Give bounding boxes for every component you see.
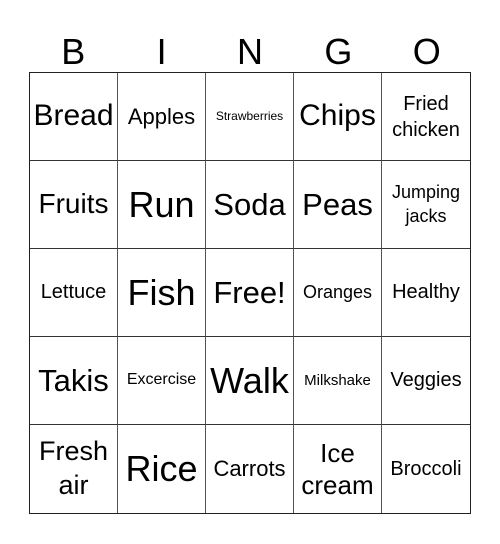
bingo-header: B I N G O: [29, 30, 471, 72]
bingo-cell[interactable]: Oranges: [294, 249, 382, 337]
header-letter-i: I: [156, 31, 167, 72]
bingo-grid: Bread Apples Strawberries Chips Fried ch…: [29, 72, 471, 514]
bingo-cell[interactable]: Jumping jacks: [382, 161, 470, 249]
bingo-cell[interactable]: Takis: [30, 337, 118, 425]
bingo-cell[interactable]: Run: [118, 161, 206, 249]
cell-text: Veggies: [390, 369, 462, 391]
cell-text: Healthy: [392, 281, 460, 303]
cell-text: Fish: [127, 271, 196, 313]
bingo-cell[interactable]: Apples: [118, 73, 206, 161]
cell-text: Excercise: [126, 371, 197, 389]
cell-text: Soda: [213, 186, 286, 222]
bingo-cell[interactable]: Fruits: [30, 161, 118, 249]
cell-text: Ice cream: [301, 437, 374, 501]
cell-text: Rice: [125, 448, 198, 490]
free-space[interactable]: Free!: [206, 249, 294, 337]
header-letter-b: B: [61, 31, 86, 72]
bingo-cell[interactable]: Fresh air: [30, 425, 118, 513]
cell-text: Peas: [302, 186, 373, 222]
cell-text: Chips: [299, 99, 376, 133]
header-letter-n: N: [236, 31, 263, 72]
cell-text: Fruits: [38, 188, 109, 220]
free-space-text: Free!: [213, 274, 286, 310]
bingo-cell[interactable]: Fried chicken: [382, 73, 470, 161]
bingo-cell[interactable]: Walk: [206, 337, 294, 425]
cell-text: Lettuce: [40, 281, 107, 303]
bingo-cell[interactable]: Lettuce: [30, 249, 118, 337]
bingo-cell[interactable]: Strawberries: [206, 73, 294, 161]
cell-text: Broccoli: [390, 457, 462, 480]
cell-text: Bread: [33, 99, 114, 133]
bingo-cell[interactable]: Rice: [118, 425, 206, 513]
cell-text: Fresh air: [38, 436, 109, 500]
bingo-cell[interactable]: Ice cream: [294, 425, 382, 513]
header-letter-o: O: [412, 31, 441, 72]
cell-text: Strawberries: [215, 108, 284, 123]
bingo-cell[interactable]: Chips: [294, 73, 382, 161]
cell-text: Oranges: [302, 282, 373, 303]
cell-text: Jumping jacks: [391, 182, 461, 226]
bingo-cell[interactable]: Soda: [206, 161, 294, 249]
cell-text: Walk: [210, 359, 289, 401]
header-letter-g: G: [324, 31, 353, 72]
bingo-cell[interactable]: Healthy: [382, 249, 470, 337]
bingo-cell[interactable]: Milkshake: [294, 337, 382, 425]
bingo-cell[interactable]: Peas: [294, 161, 382, 249]
cell-text: Run: [128, 183, 195, 225]
cell-text: Milkshake: [304, 371, 371, 389]
bingo-cell[interactable]: Broccoli: [382, 425, 470, 513]
cell-text: Carrots: [213, 456, 286, 482]
bingo-cell[interactable]: Carrots: [206, 425, 294, 513]
cell-text: Apples: [127, 103, 196, 129]
cell-text: Takis: [38, 362, 109, 398]
bingo-cell[interactable]: Excercise: [118, 337, 206, 425]
cell-text: Fried chicken: [392, 92, 460, 141]
bingo-cell[interactable]: Veggies: [382, 337, 470, 425]
bingo-cell[interactable]: Fish: [118, 249, 206, 337]
bingo-cell[interactable]: Bread: [30, 73, 118, 161]
